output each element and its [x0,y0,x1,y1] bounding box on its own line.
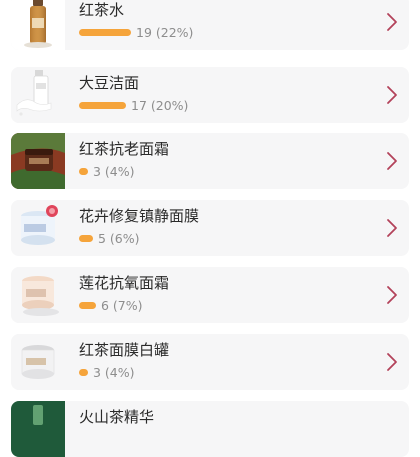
product-thumbnail [11,133,65,189]
chevron-right-icon [385,12,399,32]
vote-count: 5 (6%) [98,230,140,246]
vote-count: 19 (22%) [136,24,194,40]
vote-count: 17 (20%) [131,97,189,113]
product-thumbnail [11,0,65,50]
list-item[interactable]: 火山茶精华 [11,401,409,457]
product-thumbnail [11,401,65,457]
vote-share: 19 (22%) [79,23,193,41]
product-name: 大豆洁面 [79,74,140,92]
vote-bar [79,101,126,109]
product-thumbnail [11,67,65,123]
product-vote-list: 红茶水 19 (22%) 大豆洁面 17 (20%) 红茶抗老面霜 3 (4%)… [0,0,420,457]
list-item[interactable]: 红茶水 19 (22%) [11,0,409,50]
chevron-right-icon [385,151,399,171]
vote-bar [79,167,88,175]
vote-count: 6 (7%) [101,297,143,313]
product-thumbnail [11,334,65,390]
chevron-right-icon [385,218,399,238]
vote-count: 3 (4%) [93,364,135,380]
vote-share: 17 (20%) [79,96,188,114]
list-item[interactable]: 红茶面膜白罐 3 (4%) [11,334,409,390]
product-name: 红茶水 [79,1,125,19]
list-item[interactable]: 大豆洁面 17 (20%) [11,67,409,123]
chevron-right-icon [385,352,399,372]
chevron-right-icon [385,85,399,105]
product-name: 红茶面膜白罐 [79,341,170,359]
vote-bar [79,301,96,309]
list-item[interactable]: 花卉修复镇静面膜 5 (6%) [11,200,409,256]
vote-share: 6 (7%) [79,296,143,314]
vote-bar [79,28,131,36]
vote-count: 3 (4%) [93,163,135,179]
vote-bar [79,368,88,376]
vote-share: 5 (6%) [79,229,140,247]
chevron-right-icon [385,285,399,305]
product-name: 莲花抗氧面霜 [79,274,170,292]
product-name: 火山茶精华 [79,408,155,426]
list-item[interactable]: 莲花抗氧面霜 6 (7%) [11,267,409,323]
vote-bar [79,234,93,242]
vote-share: 3 (4%) [79,162,135,180]
product-thumbnail [11,267,65,323]
product-name: 花卉修复镇静面膜 [79,207,200,225]
product-thumbnail [11,200,65,256]
list-item[interactable]: 红茶抗老面霜 3 (4%) [11,133,409,189]
vote-share: 3 (4%) [79,363,135,381]
product-name: 红茶抗老面霜 [79,140,170,158]
